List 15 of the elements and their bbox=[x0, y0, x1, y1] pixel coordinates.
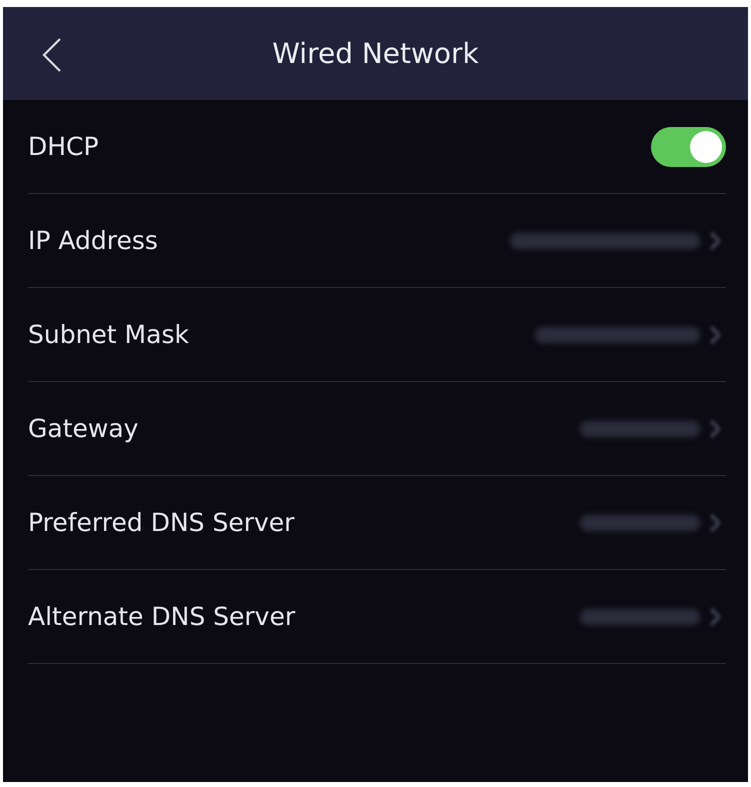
setting-label: Subnet Mask bbox=[28, 318, 189, 351]
setting-label: Gateway bbox=[28, 412, 138, 445]
setting-label: DHCP bbox=[28, 130, 99, 163]
setting-label: IP Address bbox=[28, 224, 158, 257]
toggle-switch[interactable] bbox=[651, 126, 726, 166]
screen-title: Wired Network bbox=[272, 36, 479, 72]
back-chevron-icon bbox=[42, 38, 62, 72]
chevron-right-icon[interactable] bbox=[710, 326, 720, 344]
chevron-right-icon[interactable] bbox=[710, 420, 720, 438]
setting-label: Alternate DNS Server bbox=[28, 600, 296, 633]
chevron-right-icon[interactable] bbox=[710, 232, 720, 250]
chevron-right-icon[interactable] bbox=[710, 514, 720, 532]
setting-label: Preferred DNS Server bbox=[28, 506, 294, 539]
chevron-right-icon[interactable] bbox=[710, 608, 720, 626]
toggle-knob bbox=[690, 130, 722, 162]
